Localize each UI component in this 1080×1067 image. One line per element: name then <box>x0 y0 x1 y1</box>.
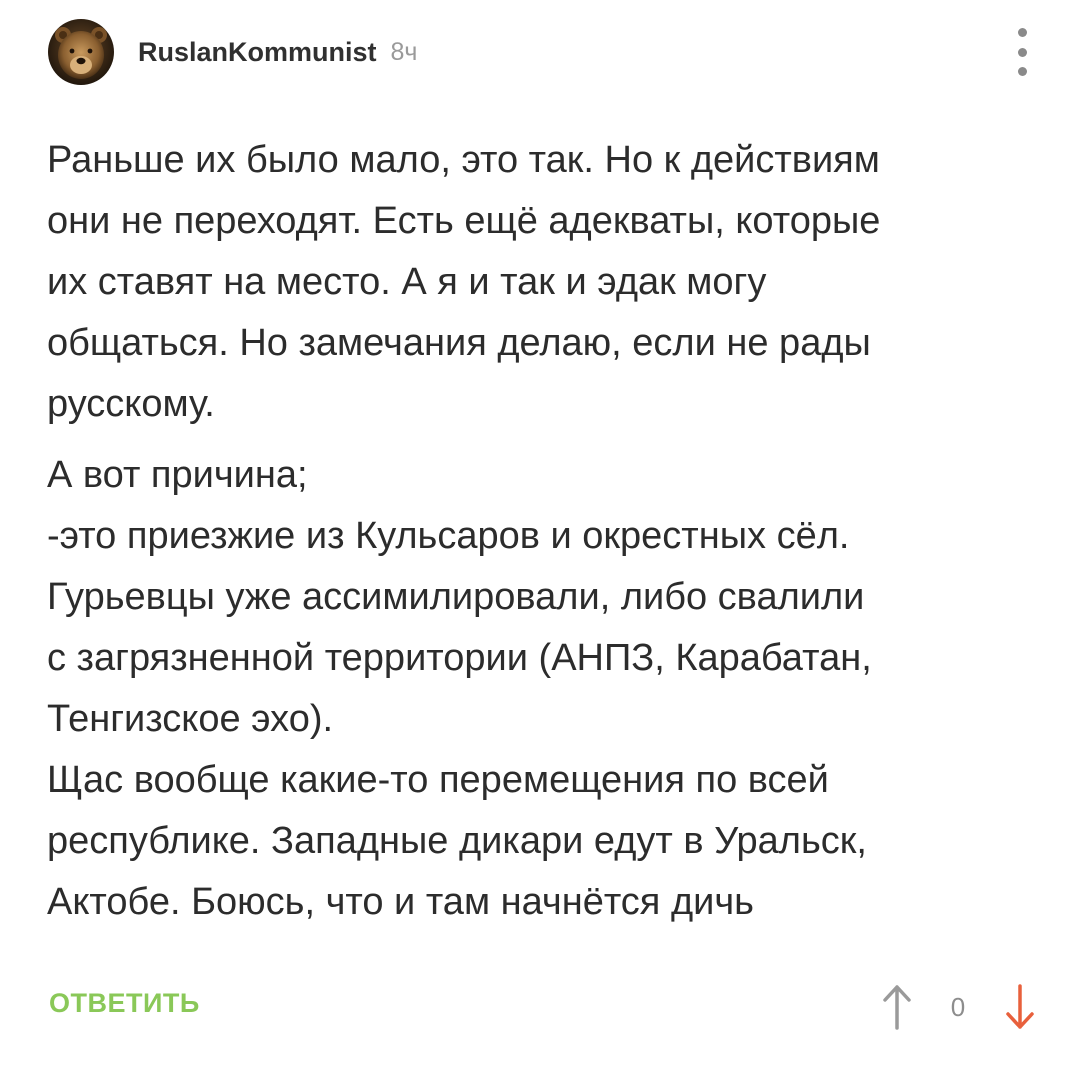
more-options-button[interactable] <box>1006 28 1038 76</box>
more-vertical-icon-dot <box>1017 67 1027 76</box>
upvote-button[interactable] <box>880 984 914 1030</box>
avatar[interactable] <box>48 19 114 85</box>
comment-line: республике. Западные дикари едут в Ураль… <box>47 820 867 862</box>
comment-line: русскому. <box>47 383 215 425</box>
comment-line: общаться. Но замечания делаю, если не ра… <box>47 322 871 364</box>
comment-text: Раньше их было мало, это так. Но к дейст… <box>47 130 1047 933</box>
more-vertical-icon-dot <box>1017 47 1027 57</box>
comment: RuslanKommunist 8ч Раньше их было мало, … <box>0 0 1080 1067</box>
comment-header: RuslanKommunist 8ч <box>48 18 417 86</box>
comment-line: с загрязненной территории (АНПЗ, Карабат… <box>47 637 872 679</box>
comment-line: -это приезжие из Кульсаров и окрестных с… <box>47 515 850 557</box>
comment-line: Гурьевцы уже ассимилировали, либо свалил… <box>47 576 865 618</box>
comment-line: Раньше их было мало, это так. Но к дейст… <box>47 139 880 181</box>
comment-line: Актобе. Боюсь, что и там начнётся дичь <box>47 881 754 923</box>
more-vertical-icon <box>1017 28 1027 37</box>
comment-line: они не переходят. Есть ещё адекваты, кот… <box>47 200 881 242</box>
comment-line: Щас вообще какие-то перемещения по всей <box>47 759 829 801</box>
comment-line: Тенгизское эхо). <box>47 698 334 740</box>
reply-button[interactable]: ОТВЕТИТЬ <box>49 988 200 1019</box>
arrow-up-icon <box>883 985 911 1030</box>
comment-line: А вот причина; <box>47 454 308 496</box>
author-name[interactable]: RuslanKommunist <box>138 37 377 68</box>
downvote-button[interactable] <box>1003 984 1037 1030</box>
arrow-down-icon <box>1006 984 1034 1029</box>
bear-avatar-icon <box>48 19 114 85</box>
comment-line: их ставят на место. А я и так и эдак мог… <box>47 261 767 303</box>
rating-count: 0 <box>950 992 966 1022</box>
comment-time: 8ч <box>390 37 418 66</box>
